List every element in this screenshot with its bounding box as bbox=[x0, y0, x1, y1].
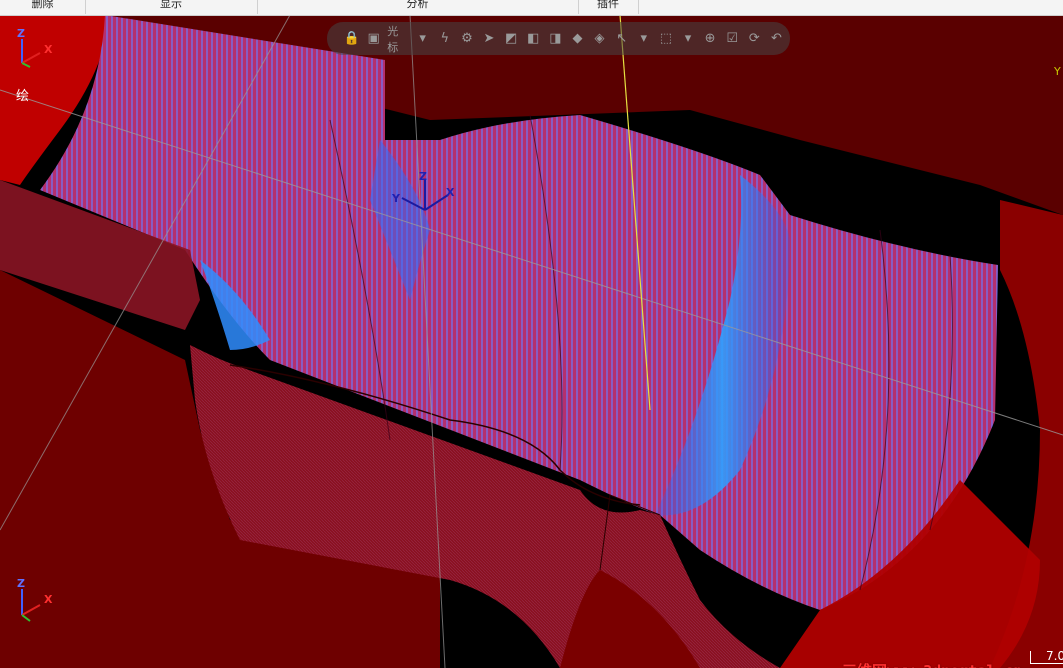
menu-item-analysis[interactable]: 分析 bbox=[257, 0, 579, 14]
svg-text:Y: Y bbox=[391, 192, 401, 205]
box-select-icon[interactable]: ⬚ bbox=[657, 30, 674, 48]
light-mode-label[interactable]: 光标 bbox=[387, 23, 408, 55]
dropdown-icon[interactable]: ▾ bbox=[679, 30, 696, 48]
undo-arrow-icon[interactable]: ↶ bbox=[768, 30, 785, 48]
cube-iso-icon[interactable]: ◆ bbox=[569, 30, 586, 48]
lock-icon[interactable]: 🔒 bbox=[343, 30, 360, 48]
view-label: 绘 bbox=[16, 89, 30, 104]
dropdown-icon[interactable]: ▾ bbox=[635, 30, 652, 48]
lightning-icon[interactable]: ϟ bbox=[436, 30, 453, 48]
gear-icon[interactable]: ⚙ bbox=[458, 30, 475, 48]
floating-toolbar: 🔒 ▣ 光标 ▾ ϟ ⚙ ➤ ◩ ◧ ◨ ◆ ◈ ↖ ▾ ⬚ ▾ ⊕ ☑ ⟳ ↶ bbox=[327, 22, 790, 55]
zoom-icon[interactable]: ⊕ bbox=[702, 30, 719, 48]
top-axis-triad: Z X bbox=[12, 25, 62, 70]
scale-value: 7.0 bbox=[1046, 649, 1063, 663]
menu-bar: 删除 显示 分析 插件 bbox=[0, 0, 1063, 16]
svg-text:X: X bbox=[446, 186, 455, 199]
dropdown-icon[interactable]: ▾ bbox=[414, 30, 431, 48]
right-axis-label: Y bbox=[1054, 65, 1061, 78]
cube-side-icon[interactable]: ◨ bbox=[547, 30, 564, 48]
svg-text:Z: Z bbox=[419, 170, 427, 183]
menu-item-delete[interactable]: 删除 bbox=[0, 0, 86, 14]
menu-item-display[interactable]: 显示 bbox=[85, 0, 258, 14]
3d-viewport[interactable]: Z X Y Z X 绘 Y Z X 7.0 三维网www.3dportal.cn bbox=[0, 15, 1063, 668]
select-box-icon[interactable]: ▣ bbox=[365, 30, 382, 48]
cursor-icon[interactable]: ➤ bbox=[480, 30, 497, 48]
bottom-axis-triad: Z X bbox=[12, 575, 62, 625]
cube-shaded-icon[interactable]: ◩ bbox=[503, 30, 520, 48]
menu-item-plugins[interactable]: 插件 bbox=[578, 0, 639, 14]
cube-color-icon[interactable]: ◈ bbox=[591, 30, 608, 48]
rotate-icon[interactable]: ⟳ bbox=[746, 30, 763, 48]
check-select-icon[interactable]: ☑ bbox=[724, 30, 741, 48]
watermark: 三维网www.3dportal.cn bbox=[842, 660, 1022, 668]
cube-front-icon[interactable]: ◧ bbox=[525, 30, 542, 48]
select-arrow-icon[interactable]: ↖ bbox=[613, 30, 630, 48]
model-render: Z X Y bbox=[0, 15, 1063, 668]
